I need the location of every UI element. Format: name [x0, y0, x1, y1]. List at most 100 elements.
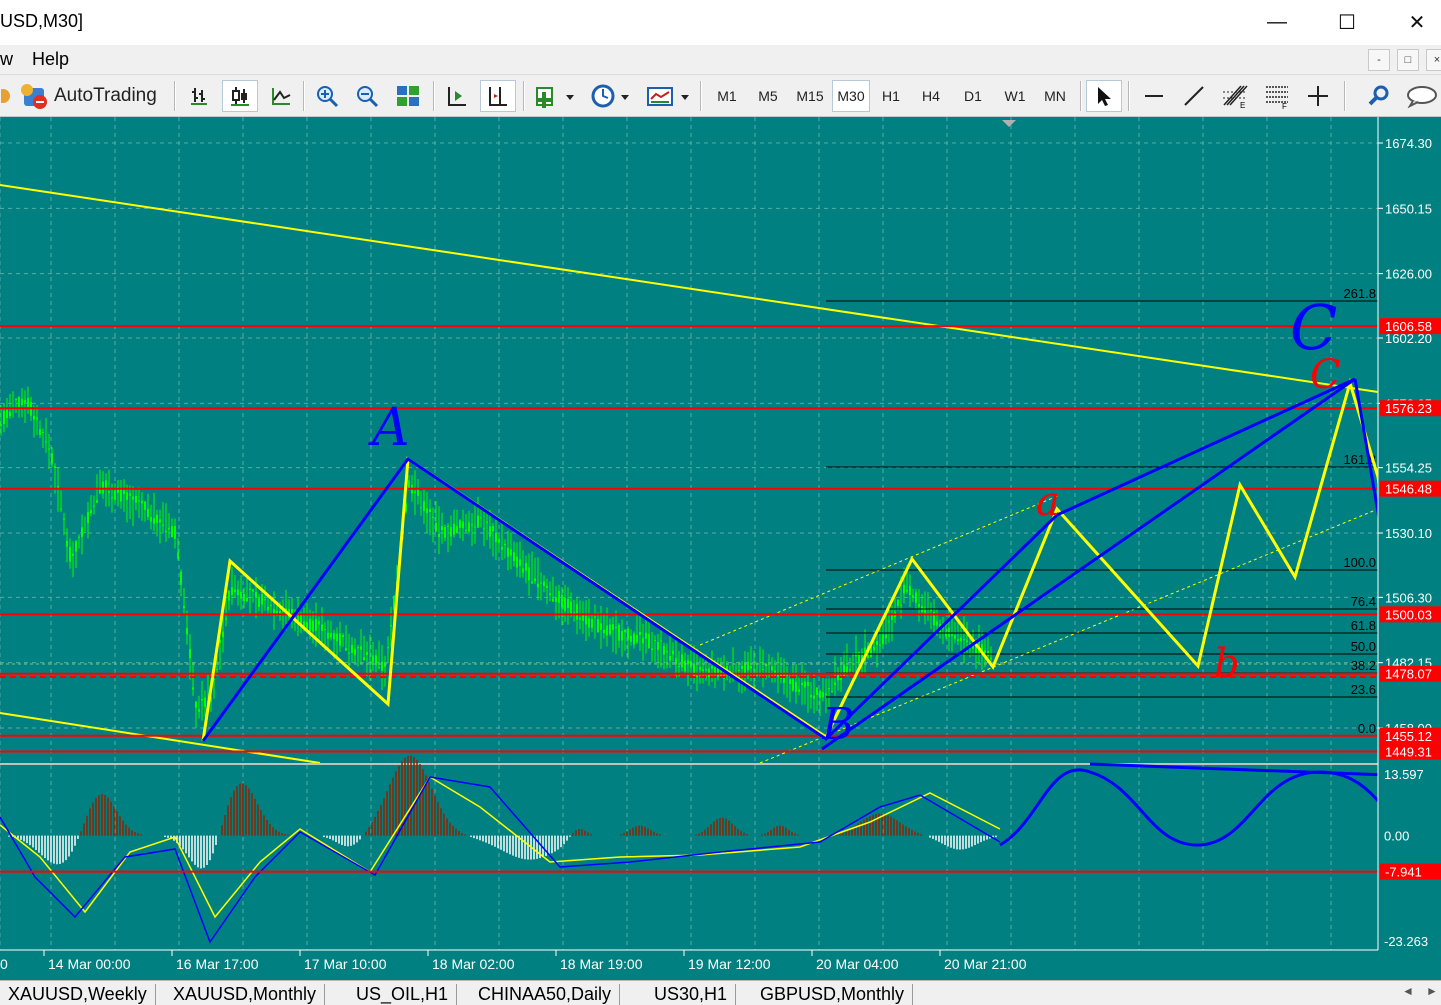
tab-us-oil-h1[interactable]: US_OIL,H1 — [348, 984, 458, 1005]
zoom-in-icon[interactable] — [310, 80, 344, 112]
candle-body — [273, 609, 275, 614]
line-chart-icon[interactable] — [264, 80, 298, 112]
candle-body — [462, 521, 464, 529]
close-button[interactable]: ✕ — [1382, 0, 1441, 45]
candle-body — [309, 618, 311, 632]
wave-label-a: A — [368, 398, 410, 458]
cursor-icon[interactable] — [1086, 80, 1122, 112]
candle-body — [36, 417, 38, 420]
candle-body — [810, 694, 812, 698]
fibonacci-icon[interactable]: E — [1216, 80, 1254, 112]
fibo-channel-icon[interactable]: F — [1258, 80, 1296, 112]
candle-body — [249, 588, 251, 590]
candle-body — [33, 415, 35, 420]
close-icon: ✕ — [1408, 12, 1426, 34]
candle-body — [195, 701, 197, 708]
price-level-tag-label: 1478.07 — [1385, 667, 1432, 682]
candle-body — [123, 490, 125, 495]
candle-body — [39, 429, 41, 435]
candle-body — [444, 527, 446, 538]
autotrading-icon — [21, 84, 47, 109]
candle-body — [45, 441, 47, 443]
candle-body — [216, 668, 218, 670]
timeframe-m15[interactable]: M15 — [790, 80, 830, 112]
new-order-icon[interactable] — [0, 80, 14, 112]
wave-line-bc — [821, 377, 1356, 751]
timeframe-d1[interactable]: D1 — [954, 80, 992, 112]
search-icon[interactable] — [1362, 80, 1396, 112]
candle-body — [879, 644, 881, 646]
candle-body — [645, 632, 647, 639]
timeframe-m5[interactable]: M5 — [749, 80, 787, 112]
timeframe-h1[interactable]: H1 — [872, 80, 910, 112]
chat-icon[interactable] — [1404, 80, 1441, 112]
candle-body — [132, 496, 134, 500]
date-tick-label: 16 Mar 17:00 — [176, 956, 259, 972]
candle-body — [612, 624, 614, 631]
price-tick-label: 1554.25 — [1385, 461, 1432, 476]
fibo-level-label: 23.6 — [1351, 682, 1376, 697]
chart-shift-icon[interactable] — [480, 80, 516, 112]
minimize-button[interactable]: — — [1242, 0, 1312, 45]
fibo-level-label: 38.2 — [1351, 658, 1376, 673]
wave-label-a-red: a — [1036, 479, 1060, 525]
horizontal-line-icon[interactable] — [1136, 80, 1172, 112]
price-chart[interactable]: 261.8 161.8 100.0 76.4 61.8 50.0 38.2 23.6 0.0 A B… — [0, 117, 1441, 980]
zigzag-line — [201, 377, 1441, 908]
tabs-scroll-left-icon[interactable]: ◄ — [1402, 984, 1414, 998]
candle-body — [576, 604, 578, 620]
toolbar: AutoTrading M1 M5 M15 M30 H1 H4 D1 W1 MN… — [0, 75, 1441, 117]
add-indicator-icon[interactable] — [530, 80, 578, 112]
candle-body — [828, 687, 830, 689]
mdi-close-button[interactable]: × — [1426, 49, 1441, 71]
candle-body — [267, 606, 269, 611]
timeframe-m1[interactable]: M1 — [708, 80, 746, 112]
autotrading-button[interactable]: AutoTrading — [18, 80, 168, 112]
tabs-scroll-right-icon[interactable]: ► — [1426, 984, 1438, 998]
timeframe-m30[interactable]: M30 — [832, 80, 870, 112]
mdi-restore-button[interactable]: □ — [1397, 49, 1419, 71]
zoom-out-icon[interactable] — [350, 80, 384, 112]
date-tick-label: 20 Mar 21:00 — [944, 956, 1027, 972]
timeframe-w1[interactable]: W1 — [995, 80, 1035, 112]
tab-gbpusd-monthly[interactable]: GBPUSD,Monthly — [752, 984, 914, 1005]
bar-chart-icon[interactable] — [182, 80, 216, 112]
trend-line-icon[interactable] — [1176, 80, 1212, 112]
candle-body — [903, 584, 905, 594]
candle-body — [420, 507, 422, 509]
candle-body — [789, 679, 791, 684]
mdi-minimize-button[interactable]: - — [1368, 49, 1390, 71]
candle-body — [231, 587, 233, 596]
candle-body — [243, 593, 245, 602]
timeframe-h4[interactable]: H4 — [912, 80, 950, 112]
candle-body — [423, 501, 425, 511]
candle-body — [564, 597, 566, 611]
candle-body — [351, 644, 353, 653]
candle-body — [90, 510, 92, 514]
candle-body — [534, 578, 536, 582]
tab-xauusd-monthly[interactable]: XAUUSD,Monthly — [165, 984, 326, 1005]
tab-chinaa50-daily[interactable]: CHINAA50,Daily — [470, 984, 621, 1005]
menu-item-help[interactable]: Help — [32, 49, 69, 70]
candle-body — [27, 397, 29, 408]
title-bar: USD,M30] — ☐ ✕ — [0, 0, 1441, 45]
maximize-button[interactable]: ☐ — [1312, 0, 1382, 45]
tab-us30-h1[interactable]: US30,H1 — [646, 984, 737, 1005]
candlestick-icon[interactable] — [222, 80, 258, 112]
menu-item-window[interactable]: w — [0, 49, 13, 70]
chart-canvas[interactable]: 261.8161.8100.076.461.850.038.223.60.0AB… — [0, 117, 1441, 980]
crosshair-icon[interactable] — [1300, 80, 1336, 112]
tab-xauusd-weekly[interactable]: XAUUSD,Weekly — [0, 984, 156, 1005]
tile-windows-icon[interactable] — [390, 80, 426, 112]
candle-body — [408, 480, 410, 489]
candle-body — [909, 585, 911, 596]
candle-body — [918, 603, 920, 607]
candle-body — [111, 497, 113, 499]
candle-body — [468, 522, 470, 532]
timeframe-mn[interactable]: MN — [1036, 80, 1074, 112]
autoscroll-icon[interactable] — [440, 80, 474, 112]
candle-body — [459, 520, 461, 528]
periods-icon[interactable] — [584, 80, 634, 112]
templates-icon[interactable] — [642, 80, 694, 112]
candle-body — [561, 594, 563, 608]
